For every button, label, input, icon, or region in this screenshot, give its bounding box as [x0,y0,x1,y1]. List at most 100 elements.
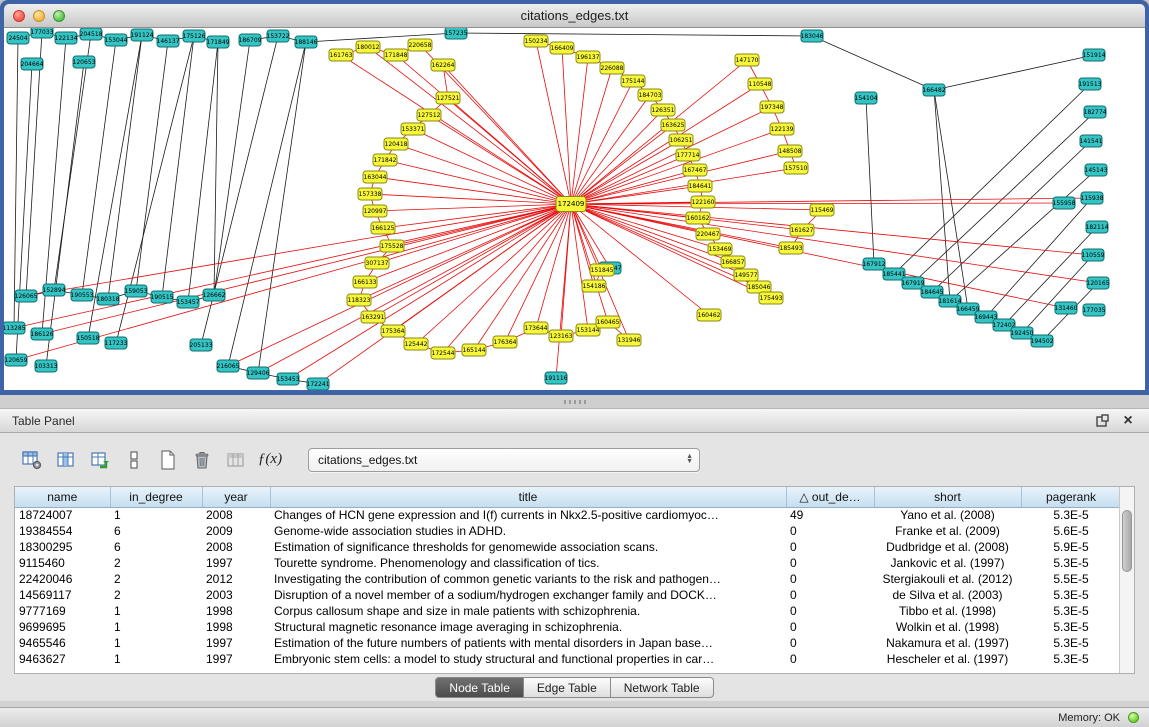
graph-node-label: 177033 [31,29,54,36]
network-canvas[interactable]: 2450417703312213420451815304419112414613… [4,28,1145,390]
graph-node-label: 194502 [1031,338,1054,345]
column-header[interactable]: pagerank [1021,487,1121,507]
table-cell: 1 [110,651,202,667]
graph-node-label: 191116 [545,375,568,382]
table-row[interactable]: 946362711997Embryonic stem cells: a mode… [15,651,1121,667]
table-scrollbar-thumb[interactable] [1122,510,1132,572]
table-row[interactable]: 977716911998Corpus callosum shape and si… [15,603,1121,619]
table-row[interactable]: 1938455462009Genome-wide association stu… [15,523,1121,539]
new-table-icon[interactable] [154,447,182,473]
table-row[interactable]: 969969511998Structural magnetic resonanc… [15,619,1121,635]
table-row[interactable]: 946554611997Estimation of the future num… [15,635,1121,651]
graph-edge [258,42,306,373]
graph-node-label: 180012 [357,44,380,51]
tab-network-table[interactable]: Network Table [611,677,714,698]
graph-node-label: 110548 [749,81,772,88]
table-toolbar: ƒ(x) citations_edges.txt ▲▼ [0,433,1149,486]
graph-node-label: 160162 [687,215,710,222]
table-settings-icon[interactable] [18,447,46,473]
graph-node-label: 160465 [597,319,620,326]
column-header[interactable]: name [15,487,110,507]
table-cell: 1997 [202,635,270,651]
minimize-button[interactable] [33,10,45,22]
graph-edge [443,65,571,204]
merge-table-icon[interactable] [222,447,250,473]
table-row[interactable]: 911546021997Tourette syndrome. Phenomeno… [15,555,1121,571]
graph-edge [377,204,571,263]
table-cell: 2 [110,555,202,571]
graph-node-label: 182114 [1086,224,1109,231]
table-panel-title: Table Panel [12,414,75,428]
table-cell: Structural magnetic resonance image aver… [270,619,786,635]
tab-node-table[interactable]: Node Table [435,677,524,698]
column-header[interactable]: short [874,487,1021,507]
graph-edge [136,41,168,291]
table-cell: 2003 [202,587,270,603]
table-panel-header: Table Panel × [0,408,1149,433]
column-header[interactable]: in_degree [110,487,202,507]
graph-edge [866,98,874,264]
graph-node-label: 157338 [359,191,382,198]
table-cell: 0 [786,539,874,555]
float-panel-icon[interactable] [1093,412,1111,430]
zoom-button[interactable] [53,10,65,22]
table-cell: Disruption of a novel member of a sodium… [270,587,786,603]
table-cell: Tibbo et al. (1998) [874,603,1021,619]
select-columns-icon[interactable] [52,447,80,473]
close-panel-icon[interactable]: × [1119,412,1137,430]
graph-node-label: 155958 [1053,200,1076,207]
graph-node-label: 172241 [307,381,330,388]
graph-edge [456,33,812,36]
network-window-titlebar[interactable]: citations_edges.txt [4,4,1145,28]
table-cell: 2009 [202,523,270,539]
panel-resize-handle[interactable] [564,400,586,404]
graph-node-label: 120418 [385,141,408,148]
tab-edge-table[interactable]: Edge Table [524,677,611,698]
graph-node-label: 149577 [735,272,758,279]
graph-node-label: 24504 [8,35,27,42]
function-builder-icon[interactable]: ƒ(x) [256,447,284,473]
graph-edge [26,204,571,296]
column-mode-icon[interactable] [120,447,148,473]
graph-node-label: 117233 [105,340,128,347]
graph-node-label: 110559 [1082,252,1105,259]
graph-node-label: 163291 [362,314,385,321]
table-cell: 1 [110,619,202,635]
graph-node-label: 185493 [780,245,803,252]
graph-node-label: 175493 [760,295,783,302]
graph-node-label: 175144 [622,78,645,85]
table-row[interactable]: 2242004622012Investigating the contribut… [15,571,1121,587]
network-canvas-svg[interactable]: 2450417703312213420451815304419112414613… [4,28,1145,390]
graph-node-label: 146137 [157,38,180,45]
graph-node-label: 153371 [402,126,425,133]
graph-edge [571,204,1066,308]
table-row[interactable]: 1830029562008Estimation of significance … [15,539,1121,555]
table-row[interactable]: 1872400712008Changes of HCN gene express… [15,507,1121,523]
import-table-icon[interactable] [86,447,114,473]
table-select-dropdown[interactable]: citations_edges.txt ▲▼ [308,448,700,472]
graph-node-label: 186126 [31,331,54,338]
graph-node-label: 151845 [591,267,614,274]
table-scrollbar[interactable] [1119,487,1134,673]
table-cell: 0 [786,523,874,539]
status-bar: Memory: OK [0,707,1149,727]
table-row[interactable]: 1456911722003Disruption of a novel membe… [15,587,1121,603]
column-header[interactable]: title [270,487,786,507]
graph-node-label: 188146 [295,39,318,46]
delete-table-icon[interactable] [188,447,216,473]
graph-node-label: 163625 [662,122,685,129]
graph-edge [288,204,571,379]
table-cell: 0 [786,603,874,619]
table-cell: 1 [110,507,202,523]
table-cell: 1998 [202,603,270,619]
close-button[interactable] [13,10,25,22]
table-cell: 1997 [202,555,270,571]
graph-node-label: 167467 [684,167,707,174]
graph-node-label: 157510 [785,165,808,172]
column-header[interactable]: △ out_de… [786,487,874,507]
graph-node-label: 183046 [801,33,824,40]
table-cell: 22420046 [15,571,110,587]
graph-edge [370,194,571,204]
split-divider[interactable] [0,395,1149,408]
column-header[interactable]: year [202,487,270,507]
